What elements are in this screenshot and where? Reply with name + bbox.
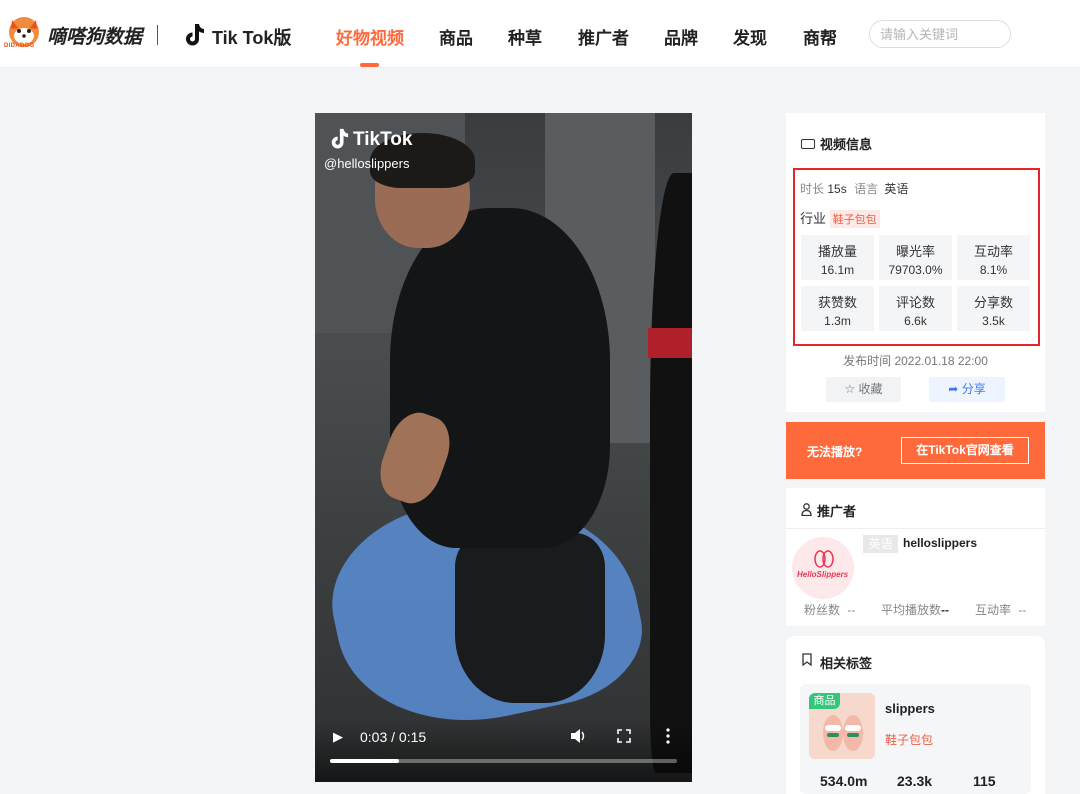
avatar-brand-text: HelloSlippers bbox=[797, 570, 849, 579]
nav-item-promoters[interactable]: 推广者 bbox=[578, 24, 629, 49]
highlight-box bbox=[793, 168, 1040, 346]
fullscreen-icon[interactable] bbox=[617, 729, 631, 743]
publish-time: 发布时间 2022.01.18 22:00 bbox=[843, 354, 988, 368]
promoter-divider bbox=[786, 528, 1045, 529]
video-scene-legs bbox=[455, 533, 605, 703]
engagement-value: -- bbox=[1018, 603, 1027, 617]
star-icon: ☆ bbox=[844, 382, 856, 396]
share-button[interactable]: ➦ 分享 bbox=[929, 377, 1005, 402]
active-nav-indicator bbox=[360, 63, 379, 67]
video-scene-red-band bbox=[648, 328, 692, 358]
header-divider bbox=[157, 25, 158, 45]
share-arrow-icon: ➦ bbox=[948, 382, 959, 396]
avg-plays-value: -- bbox=[941, 603, 950, 617]
engagement-label: 互动率 bbox=[975, 603, 1012, 617]
promoter-language-badge: 英语 bbox=[863, 535, 898, 553]
avatar[interactable]: HelloSlippers bbox=[792, 537, 854, 599]
brand-sub-text: DIDADOG bbox=[4, 43, 35, 49]
product-stat-1: 534.0m bbox=[820, 773, 868, 789]
favorite-label: 收藏 bbox=[858, 382, 883, 396]
product-stat-3: 115 bbox=[973, 773, 996, 789]
slippers-image-icon bbox=[823, 715, 863, 751]
followers-value: -- bbox=[847, 603, 856, 617]
cannot-play-text: 无法播放? bbox=[807, 445, 863, 459]
related-tags-title: 相关标签 bbox=[820, 656, 873, 671]
video-scene-side-person bbox=[650, 173, 692, 773]
brand-name[interactable]: 嘀嗒狗数据 bbox=[47, 22, 142, 49]
person-icon bbox=[801, 503, 812, 516]
bookmark-icon bbox=[802, 653, 812, 666]
video-handle: @helloslippers bbox=[324, 156, 410, 171]
video-info-icon bbox=[801, 139, 815, 149]
play-icon[interactable]: ▶ bbox=[333, 729, 345, 744]
share-label: 分享 bbox=[961, 382, 986, 396]
tiktok-watermark-text: TikTok bbox=[353, 129, 413, 150]
tiktok-watermark-icon bbox=[331, 128, 349, 149]
nav-item-discover[interactable]: 发现 bbox=[733, 24, 767, 49]
video-info-title: 视频信息 bbox=[820, 137, 873, 152]
product-category: 鞋子包包 bbox=[885, 733, 934, 747]
nav-item-good-videos[interactable]: 好物视频 bbox=[336, 24, 404, 49]
volume-icon[interactable] bbox=[571, 729, 587, 743]
promoter-followers: 粉丝数 -- bbox=[804, 601, 855, 618]
product-badge: 商品 bbox=[809, 693, 840, 709]
nav-item-brands[interactable]: 品牌 bbox=[664, 24, 698, 49]
avg-plays-label: 平均播放数 bbox=[881, 603, 942, 617]
product-stat-2: 23.3k bbox=[897, 773, 933, 789]
nav-item-business-help[interactable]: 商帮 bbox=[803, 24, 837, 49]
video-time: 0:03 / 0:15 bbox=[360, 729, 427, 745]
top-header: DIDADOG 嘀嗒狗数据 Tik Tok版 好物视频 商品 种草 推广者 品牌… bbox=[0, 0, 1080, 68]
video-player[interactable]: TikTok @helloslippers ▶ 0:03 / 0:15 bbox=[315, 113, 692, 782]
promoter-name[interactable]: helloslippers bbox=[903, 536, 977, 550]
nav-item-seeding[interactable]: 种草 bbox=[508, 24, 542, 49]
product-name[interactable]: slippers bbox=[885, 701, 935, 716]
promoter-engagement: 互动率 -- bbox=[975, 601, 1026, 618]
nav-item-products[interactable]: 商品 bbox=[439, 24, 473, 49]
slipper-logo-icon bbox=[814, 550, 834, 568]
view-on-tiktok-button[interactable]: 在TikTok官网查看 bbox=[901, 437, 1029, 464]
promoter-title: 推广者 bbox=[817, 504, 857, 519]
video-progress-bar[interactable] bbox=[330, 759, 677, 763]
tiktok-icon bbox=[186, 24, 204, 46]
promoter-avg-plays: 平均播放数-- bbox=[881, 601, 949, 618]
video-progress-fill bbox=[330, 759, 400, 763]
more-options-icon[interactable] bbox=[665, 728, 671, 744]
followers-label: 粉丝数 bbox=[804, 603, 841, 617]
search-input[interactable] bbox=[869, 20, 1011, 48]
favorite-button[interactable]: ☆ 收藏 bbox=[826, 377, 901, 402]
tiktok-version-label[interactable]: Tik Tok版 bbox=[212, 24, 291, 50]
